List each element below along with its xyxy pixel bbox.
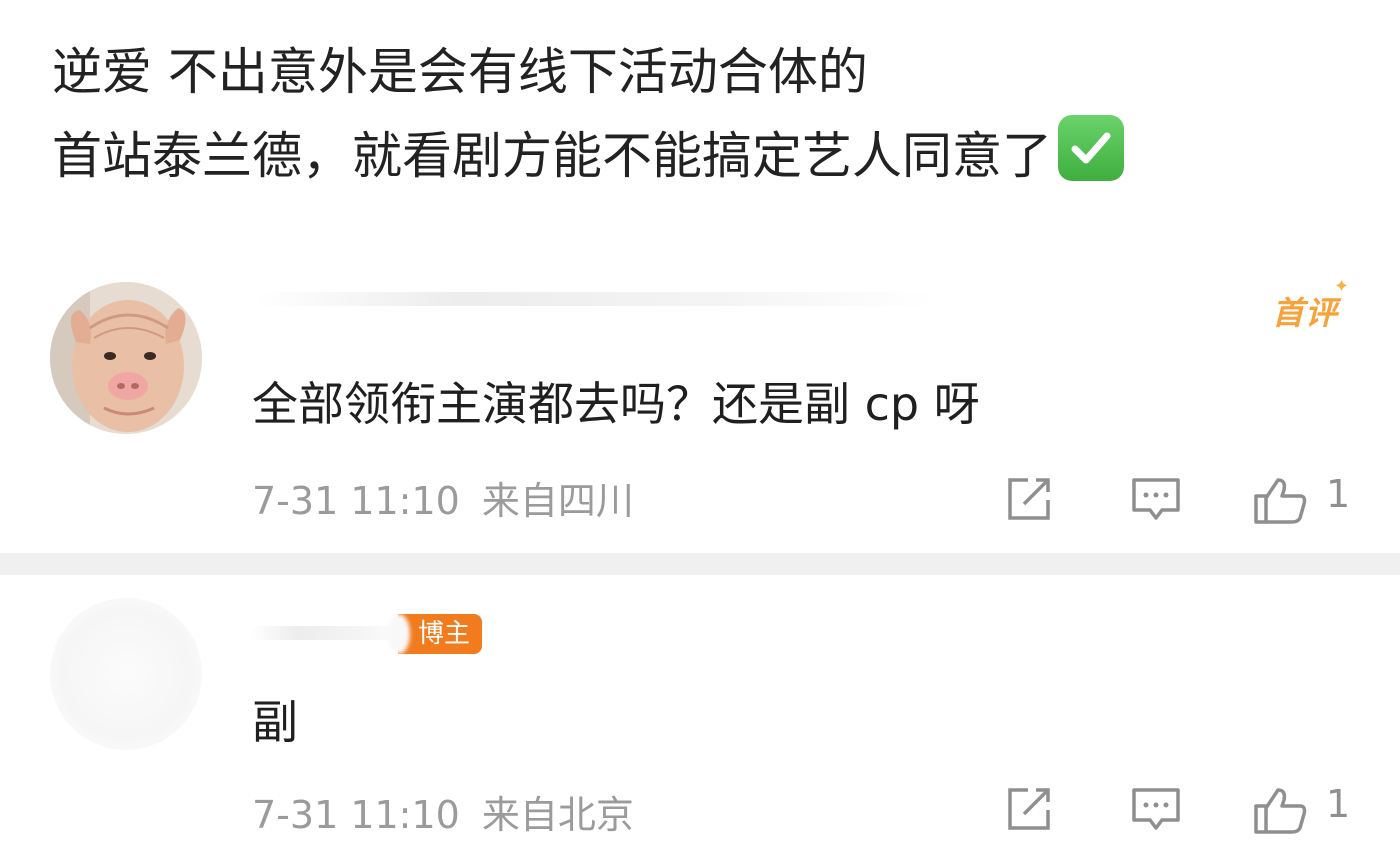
avatar-image [50, 282, 202, 434]
comment-item: ✦ 首评 全部领衔主演都去吗？还是副 cp 呀 7-31 11:10 来自四川 1 [0, 278, 1400, 552]
first-comment-badge: 首评 [1271, 294, 1338, 332]
avatar[interactable] [50, 282, 202, 434]
post-text-line-2-text: 首站泰兰德，就看剧方能不能搞定艺人同意了 [52, 127, 1052, 185]
comment-icon[interactable] [1130, 476, 1182, 528]
comment-location: 来自北京 [481, 793, 634, 837]
comment-meta: 7-31 11:10 来自北京 [252, 784, 634, 839]
divider [0, 553, 1400, 575]
author-badge: 博主 [398, 614, 483, 654]
comment-text: 副 [252, 695, 298, 749]
share-icon[interactable] [1004, 786, 1054, 836]
share-icon[interactable] [1004, 476, 1054, 526]
like-count: 1 [1326, 472, 1351, 516]
comment-meta: 7-31 11:10 来自四川 [252, 470, 634, 525]
avatar[interactable] [50, 598, 202, 750]
username-redacted[interactable] [255, 292, 935, 306]
comment-time: 7-31 11:10 [252, 479, 460, 523]
comment-location: 来自四川 [481, 479, 634, 523]
comment-icon[interactable] [1130, 786, 1182, 838]
post-text-line-2: 首站泰兰德，就看剧方能不能搞定艺人同意了 [52, 114, 1372, 198]
thumbs-up-icon[interactable] [1252, 786, 1308, 840]
comment-time: 7-31 11:10 [252, 793, 460, 837]
thumbs-up-icon[interactable] [1252, 476, 1308, 530]
post-content: 逆爱 不出意外是会有线下活动合体的 首站泰兰德，就看剧方能不能搞定艺人同意了 [52, 30, 1372, 198]
like-count: 1 [1326, 782, 1351, 826]
post-text-line-1: 逆爱 不出意外是会有线下活动合体的 [52, 43, 868, 101]
username-redacted[interactable] [250, 626, 410, 640]
comment-text: 全部领衔主演都去吗？还是副 cp 呀 [252, 377, 980, 431]
comment-item: 博主 副 7-31 11:10 来自北京 1 [0, 588, 1400, 847]
check-mark-icon [1058, 115, 1124, 181]
